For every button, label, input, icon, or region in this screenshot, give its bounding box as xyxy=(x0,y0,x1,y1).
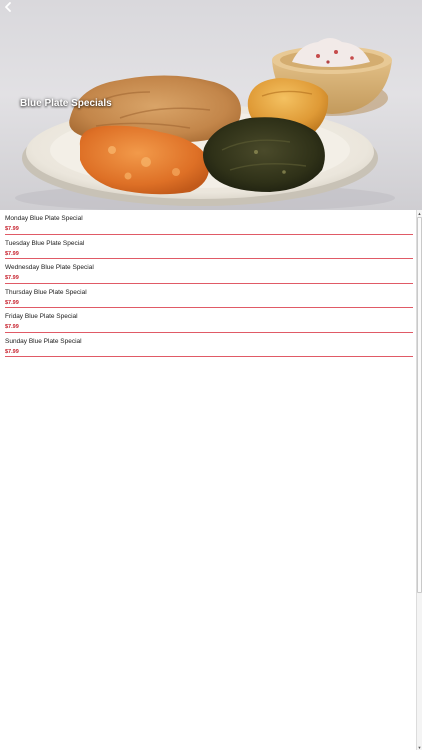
menu-list: Monday Blue Plate Special $7.99 Tuesday … xyxy=(0,210,416,750)
item-price: $7.99 xyxy=(5,275,19,281)
item-price: $7.99 xyxy=(5,250,19,257)
scroll-up-arrow-icon[interactable]: ▲ xyxy=(417,210,422,216)
scroll-thumb[interactable] xyxy=(417,217,422,593)
chevron-left-icon xyxy=(5,2,11,12)
scroll-down-arrow-icon[interactable]: ▼ xyxy=(417,744,422,750)
item-name: Thursday Blue Plate Special xyxy=(5,288,87,296)
back-button[interactable] xyxy=(4,2,22,20)
list-item[interactable]: Tuesday Blue Plate Special $7.99 xyxy=(5,235,413,259)
hero-banner: Blue Plate Specials xyxy=(0,0,422,210)
item-name: Monday Blue Plate Special xyxy=(5,215,83,222)
list-item[interactable]: Sunday Blue Plate Special $7.99 xyxy=(5,333,413,357)
item-name: Sunday Blue Plate Special xyxy=(5,337,82,345)
page-title: Blue Plate Specials xyxy=(20,98,112,109)
list-item[interactable]: Thursday Blue Plate Special $7.99 xyxy=(5,284,413,308)
list-item[interactable]: Monday Blue Plate Special $7.99 xyxy=(5,210,413,235)
item-price: $7.99 xyxy=(5,299,19,306)
item-price: $7.99 xyxy=(5,324,19,330)
item-name: Tuesday Blue Plate Special xyxy=(5,239,85,247)
list-item[interactable]: Wednesday Blue Plate Special $7.99 xyxy=(5,259,413,284)
item-name: Friday Blue Plate Special xyxy=(5,313,78,320)
item-name: Wednesday Blue Plate Special xyxy=(5,264,94,271)
app-screen: Blue Plate Specials Monday Blue Plate Sp… xyxy=(0,0,422,750)
scrollbar[interactable]: ▲ ▼ xyxy=(416,210,422,750)
list-item[interactable]: Friday Blue Plate Special $7.99 xyxy=(5,308,413,333)
item-price: $7.99 xyxy=(5,226,19,232)
item-price: $7.99 xyxy=(5,348,19,355)
